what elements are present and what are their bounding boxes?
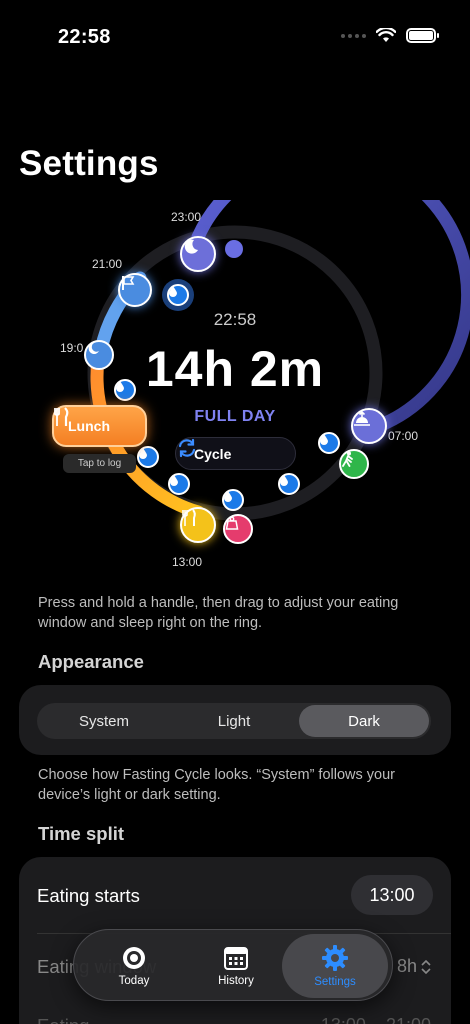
time-split-title: Time split bbox=[38, 823, 125, 844]
label-2300: 23:00 bbox=[171, 210, 202, 224]
status-time: 22:58 bbox=[58, 26, 111, 48]
water-log-icon[interactable] bbox=[278, 473, 300, 495]
eating-window-stepper[interactable]: 8h bbox=[397, 956, 431, 977]
eating-starts-value[interactable]: 13:00 bbox=[351, 875, 433, 915]
signal-icon bbox=[341, 33, 366, 38]
fasting-ring[interactable]: 23:00 21:00 19:0 07:00 13:00 22:58 14h 2… bbox=[0, 200, 470, 580]
target-icon bbox=[123, 947, 145, 969]
drop-icon bbox=[170, 475, 178, 486]
flag-icon bbox=[122, 276, 135, 290]
walk-handle[interactable] bbox=[339, 449, 369, 479]
appearance-option-system[interactable]: System bbox=[39, 705, 169, 737]
tab-settings-label: Settings bbox=[314, 976, 356, 988]
tab-today[interactable]: Today bbox=[96, 934, 172, 998]
chevron-updown-icon bbox=[421, 959, 431, 974]
label-0700: 07:00 bbox=[388, 429, 419, 443]
drop-icon bbox=[320, 434, 328, 445]
water-log-icon[interactable] bbox=[318, 432, 340, 454]
gear-icon bbox=[322, 945, 348, 971]
tab-today-label: Today bbox=[118, 975, 150, 987]
drop-icon bbox=[280, 475, 288, 486]
status-bar: 22:58 bbox=[0, 0, 470, 70]
moon-handle[interactable] bbox=[180, 236, 216, 272]
lunch-label: Lunch bbox=[68, 418, 110, 434]
tab-bar: Today History Settings bbox=[73, 929, 393, 1001]
appearance-card: System Light Dark bbox=[19, 685, 451, 755]
ring-hint: Press and hold a handle, then drag to ad… bbox=[38, 595, 399, 631]
status-icons bbox=[341, 28, 439, 43]
scale-icon bbox=[225, 516, 239, 530]
appearance-description: Choose how Fasting Cycle looks. “System”… bbox=[38, 767, 395, 803]
water-log-icon[interactable] bbox=[137, 446, 159, 468]
now-marker bbox=[225, 240, 243, 258]
eating-window-value: 8h bbox=[396, 956, 417, 976]
appearance-option-light[interactable]: Light bbox=[169, 705, 299, 737]
water-log-icon[interactable] bbox=[222, 489, 244, 511]
wifi-icon bbox=[376, 28, 396, 42]
lunch-button[interactable]: Lunch bbox=[52, 405, 147, 447]
appearance-segmented-control[interactable]: System Light Dark bbox=[37, 703, 431, 739]
tab-history[interactable]: History bbox=[198, 934, 274, 998]
appearance-title: Appearance bbox=[38, 651, 144, 672]
weight-handle[interactable] bbox=[223, 514, 253, 544]
current-time: 22:58 bbox=[213, 310, 257, 329]
eating-range: 13:00 – 21:00 bbox=[321, 1015, 431, 1024]
label-2100: 21:00 bbox=[92, 257, 123, 271]
eating-label: Eating bbox=[37, 1015, 89, 1024]
battery-icon bbox=[406, 28, 439, 43]
walk-icon bbox=[342, 451, 353, 467]
flag-handle[interactable] bbox=[118, 273, 152, 307]
label-1300: 13:00 bbox=[172, 555, 203, 569]
eating-starts-label: Eating starts bbox=[37, 885, 140, 906]
fork-knife-icon bbox=[54, 407, 69, 426]
fork-knife-icon bbox=[182, 509, 196, 526]
calendar-icon bbox=[224, 947, 248, 970]
drop-icon bbox=[169, 286, 177, 297]
eating-start-handle[interactable] bbox=[180, 507, 216, 543]
tab-history-label: History bbox=[218, 975, 254, 987]
moon-icon bbox=[184, 239, 198, 254]
cycle-icon bbox=[178, 438, 196, 458]
cycle-label: Cycle bbox=[194, 445, 232, 462]
page-title: Settings bbox=[19, 144, 159, 183]
cycle-button[interactable]: Cycle bbox=[175, 437, 296, 470]
water-log-icon[interactable] bbox=[167, 284, 189, 306]
tap-to-log-hint: Tap to log bbox=[63, 454, 136, 473]
drop-icon bbox=[139, 448, 147, 459]
drop-icon bbox=[224, 491, 232, 502]
elapsed-time: 14h 2m bbox=[145, 341, 325, 397]
appearance-option-dark[interactable]: Dark bbox=[299, 705, 429, 737]
tab-settings[interactable]: Settings bbox=[282, 934, 388, 998]
water-log-icon[interactable] bbox=[168, 473, 190, 495]
